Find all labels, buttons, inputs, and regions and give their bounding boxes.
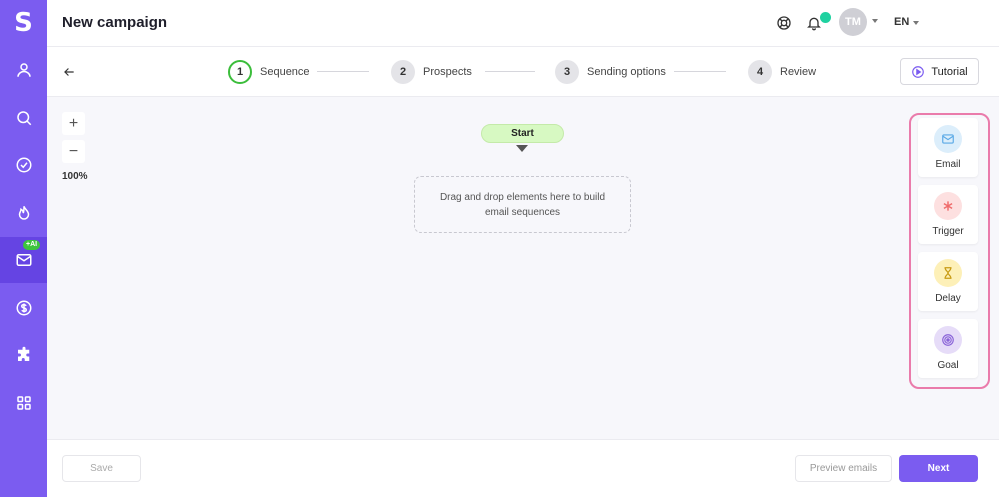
step-label: Sequence bbox=[260, 66, 310, 78]
palette-item-email[interactable]: Email bbox=[918, 118, 978, 177]
sidebar-item-tasks[interactable] bbox=[0, 142, 47, 188]
drop-zone-hint: Drag and drop elements here to build ema… bbox=[439, 191, 606, 218]
language-selector[interactable]: EN bbox=[894, 16, 909, 28]
step-connector bbox=[317, 71, 369, 72]
sidebar-item-campaigns[interactable]: +AI bbox=[0, 237, 47, 283]
step-label: Sending options bbox=[587, 66, 666, 78]
tutorial-label: Tutorial bbox=[931, 65, 968, 78]
step-number: 3 bbox=[555, 60, 579, 84]
asterisk-icon bbox=[943, 201, 953, 211]
back-arrow-icon[interactable] bbox=[62, 65, 76, 79]
sidebar-item-contacts[interactable] bbox=[0, 47, 47, 93]
check-circle-icon bbox=[16, 157, 31, 173]
sidebar: S +AI bbox=[0, 0, 47, 497]
mail-icon bbox=[942, 134, 954, 144]
palette-label: Email bbox=[935, 159, 961, 170]
sidebar-item-warmup[interactable] bbox=[0, 190, 47, 236]
palette-label: Delay bbox=[935, 293, 961, 304]
step-connector bbox=[674, 71, 726, 72]
puzzle-icon bbox=[17, 346, 29, 361]
app-logo[interactable]: S bbox=[0, 8, 47, 38]
play-circle-icon bbox=[912, 65, 925, 78]
sidebar-item-apps[interactable] bbox=[0, 380, 47, 426]
avatar[interactable]: TM bbox=[839, 8, 867, 36]
step-number: 4 bbox=[748, 60, 772, 84]
chevron-down-icon[interactable] bbox=[913, 21, 919, 25]
step-label: Review bbox=[780, 66, 817, 78]
chevron-down-icon[interactable] bbox=[872, 19, 878, 23]
step-number: 2 bbox=[391, 60, 415, 84]
step-number: 1 bbox=[228, 60, 252, 84]
notification-dot bbox=[820, 12, 831, 23]
search-icon bbox=[16, 111, 31, 126]
next-button[interactable]: Next bbox=[899, 455, 978, 482]
ai-badge: +AI bbox=[23, 240, 41, 250]
triangle-down-icon bbox=[516, 145, 528, 152]
grid-icon bbox=[16, 396, 31, 410]
page-title: New campaign bbox=[62, 14, 168, 31]
sidebar-item-search[interactable] bbox=[0, 95, 47, 141]
sidebar-item-integrations[interactable] bbox=[0, 332, 47, 378]
step-connector bbox=[485, 71, 535, 72]
target-icon bbox=[942, 334, 954, 346]
hourglass-icon bbox=[944, 267, 952, 279]
palette-icon-bg bbox=[934, 192, 962, 220]
step-prospects[interactable]: 2 Prospects bbox=[391, 60, 472, 84]
palette-item-trigger[interactable]: Trigger bbox=[918, 185, 978, 244]
preview-emails-button[interactable]: Preview emails bbox=[795, 455, 892, 482]
step-sending-options[interactable]: 3 Sending options bbox=[555, 60, 666, 84]
help-icon[interactable] bbox=[776, 15, 792, 31]
palette-icon-bg bbox=[934, 125, 962, 153]
palette-item-delay[interactable]: Delay bbox=[918, 252, 978, 311]
step-review[interactable]: 4 Review bbox=[748, 60, 816, 84]
palette-icon-bg bbox=[934, 259, 962, 287]
tutorial-button[interactable]: Tutorial bbox=[900, 58, 979, 85]
zoom-out-button[interactable]: − bbox=[62, 140, 85, 163]
palette-label: Trigger bbox=[932, 226, 964, 237]
save-button[interactable]: Save bbox=[62, 455, 141, 482]
sidebar-item-billing[interactable] bbox=[0, 285, 47, 331]
palette-icon-bg bbox=[934, 326, 962, 354]
palette-label: Goal bbox=[937, 360, 959, 371]
user-icon bbox=[16, 63, 31, 77]
step-label: Prospects bbox=[423, 66, 472, 78]
mail-icon bbox=[16, 254, 31, 266]
dollar-icon bbox=[16, 300, 31, 316]
start-node[interactable]: Start bbox=[481, 124, 564, 143]
step-sequence[interactable]: 1 Sequence bbox=[228, 60, 310, 84]
drop-zone[interactable]: Drag and drop elements here to build ema… bbox=[414, 176, 631, 233]
flame-icon bbox=[18, 205, 29, 220]
zoom-level: 100% bbox=[62, 171, 88, 182]
zoom-in-button[interactable]: + bbox=[62, 112, 85, 135]
palette-item-goal[interactable]: Goal bbox=[918, 319, 978, 378]
steps-bar: 1 Sequence 2 Prospects 3 Sending options… bbox=[47, 47, 999, 97]
